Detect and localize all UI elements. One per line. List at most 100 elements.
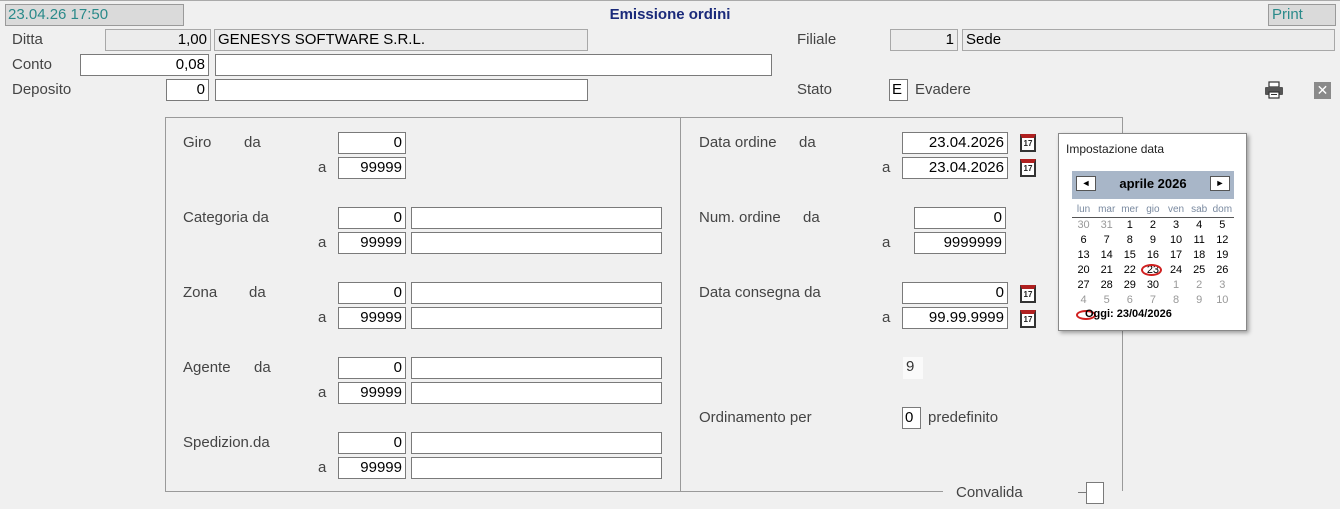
spedizion-to-desc[interactable] xyxy=(411,457,662,479)
giro-from-field[interactable]: 0 xyxy=(338,132,406,154)
calendar-day[interactable]: 22 xyxy=(1118,263,1141,278)
zona-from-field[interactable]: 0 xyxy=(338,282,406,304)
calendar-day[interactable]: 19 xyxy=(1211,248,1234,263)
data-consegna-to-field[interactable]: 99.99.9999 xyxy=(902,307,1008,329)
calendar-day[interactable]: 21 xyxy=(1095,263,1118,278)
calendar-day[interactable]: 12 xyxy=(1211,233,1234,248)
weekday-label: mer xyxy=(1121,204,1139,215)
data-consegna-from-field[interactable]: 0 xyxy=(902,282,1008,304)
calendar-day[interactable]: 3 xyxy=(1211,278,1234,293)
filiale-label: Filiale xyxy=(797,31,837,48)
weekday-label: dom xyxy=(1212,204,1233,215)
calendar-day[interactable]: 5 xyxy=(1095,293,1118,308)
stato-code-field[interactable]: E xyxy=(889,79,908,101)
calendar-day[interactable]: 6 xyxy=(1072,233,1095,248)
calendar-day[interactable]: 3 xyxy=(1165,218,1188,233)
spedizion-from-desc[interactable] xyxy=(411,432,662,454)
agente-to-desc[interactable] xyxy=(411,382,662,404)
calendar-day[interactable]: 7 xyxy=(1095,233,1118,248)
calendar-day[interactable]: 29 xyxy=(1118,278,1141,293)
prev-month-button[interactable]: ◄ xyxy=(1076,176,1096,191)
calendar-day[interactable]: 8 xyxy=(1165,293,1188,308)
calendar-icon[interactable]: 17 xyxy=(1020,285,1036,303)
data-ordine-a-label: a xyxy=(882,159,891,176)
conto-name-field[interactable] xyxy=(215,54,772,76)
calendar-day[interactable]: 9 xyxy=(1188,293,1211,308)
printer-icon[interactable] xyxy=(1264,81,1284,99)
num-ordine-from-field[interactable]: 0 xyxy=(914,207,1006,229)
calendar-icon[interactable]: 17 xyxy=(1020,310,1036,328)
calendar-day[interactable]: 14 xyxy=(1095,248,1118,263)
calendar-icon[interactable]: 17 xyxy=(1020,134,1036,152)
next-month-button[interactable]: ► xyxy=(1210,176,1230,191)
calendar-day[interactable]: 24 xyxy=(1165,263,1188,278)
calendar-day[interactable]: 26 xyxy=(1211,263,1234,278)
today-link[interactable]: Oggi: 23/04/2026 xyxy=(1085,308,1172,320)
categoria-to-field[interactable]: 99999 xyxy=(338,232,406,254)
calendar-day[interactable]: 28 xyxy=(1095,278,1118,293)
num-ordine-a-label: a xyxy=(882,234,891,251)
calendar-day[interactable]: 9 xyxy=(1141,233,1164,248)
calendar-day[interactable]: 18 xyxy=(1188,248,1211,263)
calendar-day[interactable]: 10 xyxy=(1165,233,1188,248)
calendar-day[interactable]: 6 xyxy=(1118,293,1141,308)
calendar-day[interactable]: 16 xyxy=(1141,248,1164,263)
close-icon[interactable]: ✕ xyxy=(1314,82,1331,99)
calendar-day-today[interactable]: 23 xyxy=(1141,263,1164,278)
calendar-day[interactable]: 31 xyxy=(1095,218,1118,233)
ditta-code-field[interactable]: 1,00 xyxy=(105,29,211,51)
num-ordine-to-field[interactable]: 9999999 xyxy=(914,232,1006,254)
data-ordine-from-field[interactable]: 23.04.2026 xyxy=(902,132,1008,154)
calendar-day[interactable]: 5 xyxy=(1211,218,1234,233)
calendar-day[interactable]: 17 xyxy=(1165,248,1188,263)
calendar-day[interactable]: 2 xyxy=(1141,218,1164,233)
ordinamento-desc: predefinito xyxy=(928,409,999,426)
agente-from-desc[interactable] xyxy=(411,357,662,379)
calendar-day[interactable]: 11 xyxy=(1188,233,1211,248)
data-ordine-to-field[interactable]: 23.04.2026 xyxy=(902,157,1008,179)
calendar-day[interactable]: 1 xyxy=(1118,218,1141,233)
calendar-day[interactable]: 30 xyxy=(1141,278,1164,293)
calendar-day[interactable]: 1 xyxy=(1165,278,1188,293)
calendar-day[interactable]: 8 xyxy=(1118,233,1141,248)
calendar-day[interactable]: 4 xyxy=(1188,218,1211,233)
conto-code-field[interactable]: 0,08 xyxy=(80,54,209,76)
spedizion-from-field[interactable]: 0 xyxy=(338,432,406,454)
zona-to-field[interactable]: 99999 xyxy=(338,307,406,329)
agente-from-field[interactable]: 0 xyxy=(338,357,406,379)
zona-to-desc[interactable] xyxy=(411,307,662,329)
print-button[interactable]: Print xyxy=(1268,4,1336,26)
calendar-icon[interactable]: 17 xyxy=(1020,159,1036,177)
spedizion-a-label: a xyxy=(318,459,327,476)
convalida-checkbox[interactable] xyxy=(1086,482,1104,504)
agente-to-field[interactable]: 99999 xyxy=(338,382,406,404)
calendar-day[interactable]: 2 xyxy=(1188,278,1211,293)
calendar-day[interactable]: 13 xyxy=(1072,248,1095,263)
giro-to-field[interactable]: 99999 xyxy=(338,157,406,179)
calendar-day[interactable]: 20 xyxy=(1072,263,1095,278)
zona-from-desc[interactable] xyxy=(411,282,662,304)
categoria-label: Categoria da xyxy=(183,209,269,226)
weekday-label: mar xyxy=(1098,204,1116,215)
ditta-label: Ditta xyxy=(12,31,43,48)
filiale-code-field[interactable]: 1 xyxy=(890,29,958,51)
calendar-day[interactable]: 10 xyxy=(1211,293,1234,308)
calendar-day[interactable]: 4 xyxy=(1072,293,1095,308)
deposito-name-field[interactable] xyxy=(215,79,588,101)
categoria-from-field[interactable]: 0 xyxy=(338,207,406,229)
calendar-day[interactable]: 30 xyxy=(1072,218,1095,233)
ordinamento-code-field[interactable]: 0 xyxy=(902,407,921,429)
categoria-from-desc[interactable] xyxy=(411,207,662,229)
calendar-day[interactable]: 15 xyxy=(1118,248,1141,263)
calendar-day[interactable]: 7 xyxy=(1141,293,1164,308)
calendar-day[interactable]: 27 xyxy=(1072,278,1095,293)
categoria-to-desc[interactable] xyxy=(411,232,662,254)
calendar-day[interactable]: 25 xyxy=(1188,263,1211,278)
panel-divider xyxy=(680,117,681,492)
calendar-week: 13 14 15 16 17 18 19 xyxy=(1072,248,1234,263)
filiale-name-field: Sede xyxy=(962,29,1335,51)
giro-da-label: da xyxy=(244,134,261,151)
spedizion-to-field[interactable]: 99999 xyxy=(338,457,406,479)
weekday-label: gio xyxy=(1146,204,1160,215)
deposito-code-field[interactable]: 0 xyxy=(166,79,209,101)
